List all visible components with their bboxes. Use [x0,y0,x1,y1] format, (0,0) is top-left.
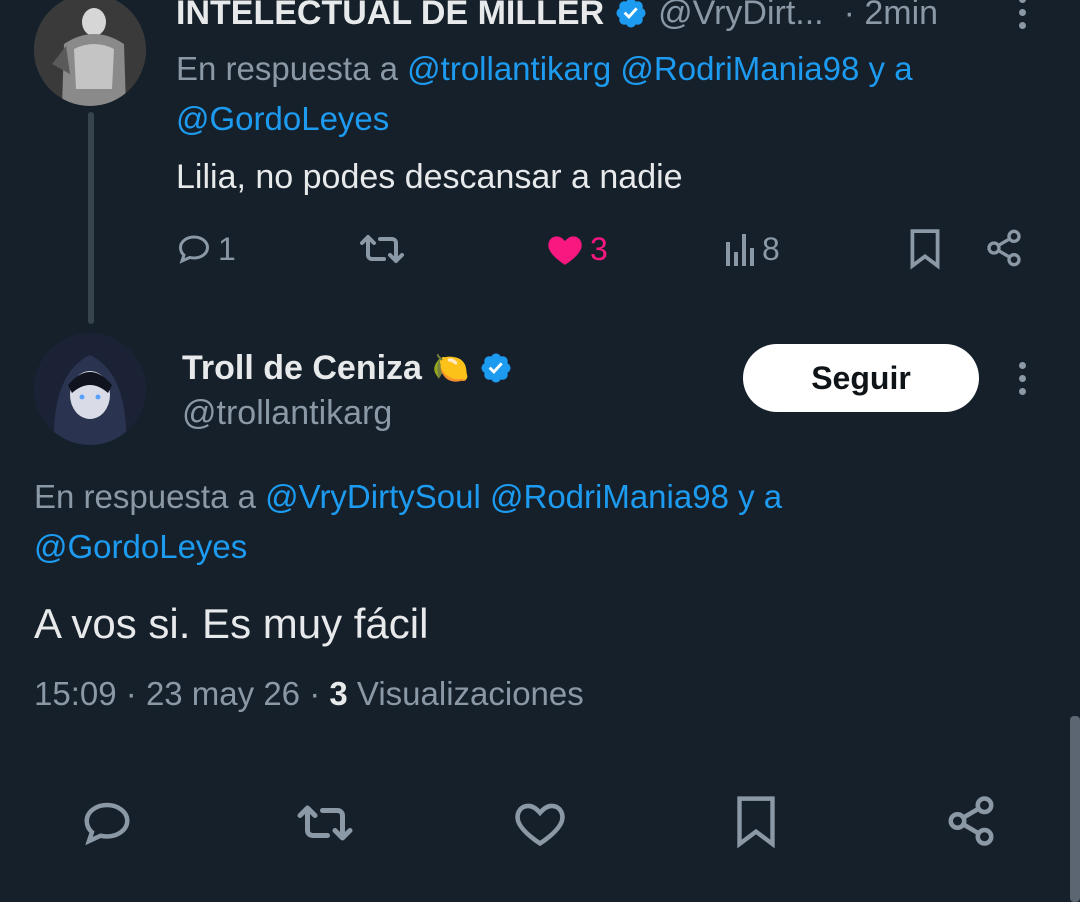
heart-filled-icon [548,236,582,265]
mention-link[interactable]: @RodriMania98 [620,50,859,87]
author-handle[interactable]: @VryDirt... [658,0,823,33]
tweet-time: · 2min [843,0,939,32]
reply-context: En respuesta a @trollantikarg @RodriMani… [176,50,913,137]
main-tweet-header: Troll de Ceniza 🍋 [182,345,513,391]
reply-button[interactable]: 1 [176,226,236,272]
like-button[interactable]: 3 [546,226,608,272]
tweet-text: Lilia, no podes descansar a nadie [176,158,683,196]
mention-link[interactable]: @GordoLeyes [176,100,389,137]
views-label: Visualizaciones [356,675,584,712]
statue-figure-icon [34,0,146,106]
thread-connector-line [88,112,94,324]
follow-button[interactable]: Seguir [743,344,979,412]
bookmark-icon [910,229,940,270]
retweet-button[interactable] [294,798,356,853]
reply-count: 1 [218,230,236,267]
verified-badge-icon [481,353,511,383]
views-bars-icon [726,234,754,266]
scrollbar[interactable] [1070,716,1080,902]
author-handle[interactable]: @trollantikarg [182,390,392,436]
reply-context: En respuesta a @VryDirtySoul @RodriMania… [34,478,783,565]
author-name[interactable]: Troll de Ceniza [182,349,422,388]
views-count: 8 [762,230,780,267]
retweet-icon [297,805,353,841]
reply-icon [84,802,130,846]
mention-link[interactable]: @trollantikarg [407,50,611,87]
share-button[interactable] [984,228,1024,273]
tweet-time[interactable]: 15:09 [34,675,117,712]
lemon-emoji: 🍋 [431,351,470,385]
author-name[interactable]: INTELECTUAL DE MILLER [176,0,604,33]
tweet-text: A vos si. Es muy fácil [34,600,429,647]
bookmark-button[interactable] [734,794,778,855]
more-options-icon[interactable] [1019,0,1027,35]
mention-link[interactable]: @VryDirtySoul [265,478,481,515]
verified-badge-icon [616,0,646,28]
avatar-main[interactable] [34,333,146,445]
hooded-character-icon [34,333,146,445]
bookmark-button[interactable] [908,228,942,275]
views-button[interactable]: 8 [724,226,780,272]
avatar-parent[interactable] [34,0,146,106]
parent-tweet-header: INTELECTUAL DE MILLER @VryDirt... · 2min [176,0,938,38]
more-options-icon[interactable] [1019,362,1027,401]
tweet-meta: 15:09 · 23 may 26 · 3 Visualizaciones [34,675,584,712]
retweet-icon [360,235,404,263]
mention-link[interactable]: @RodriMania98 [490,478,729,515]
mention-link[interactable]: @GordoLeyes [34,528,247,565]
retweet-button[interactable] [358,226,406,272]
share-icon [987,229,1021,267]
reply-icon [178,235,210,264]
views-count: 3 [329,675,348,712]
like-button[interactable] [512,798,568,853]
heart-icon [515,803,565,847]
reply-button[interactable] [80,796,134,855]
tweet-date[interactable]: 23 may 26 [146,675,300,712]
share-icon [948,796,994,846]
share-button[interactable] [944,794,998,853]
bookmark-icon [737,796,775,849]
like-count: 3 [590,230,608,267]
